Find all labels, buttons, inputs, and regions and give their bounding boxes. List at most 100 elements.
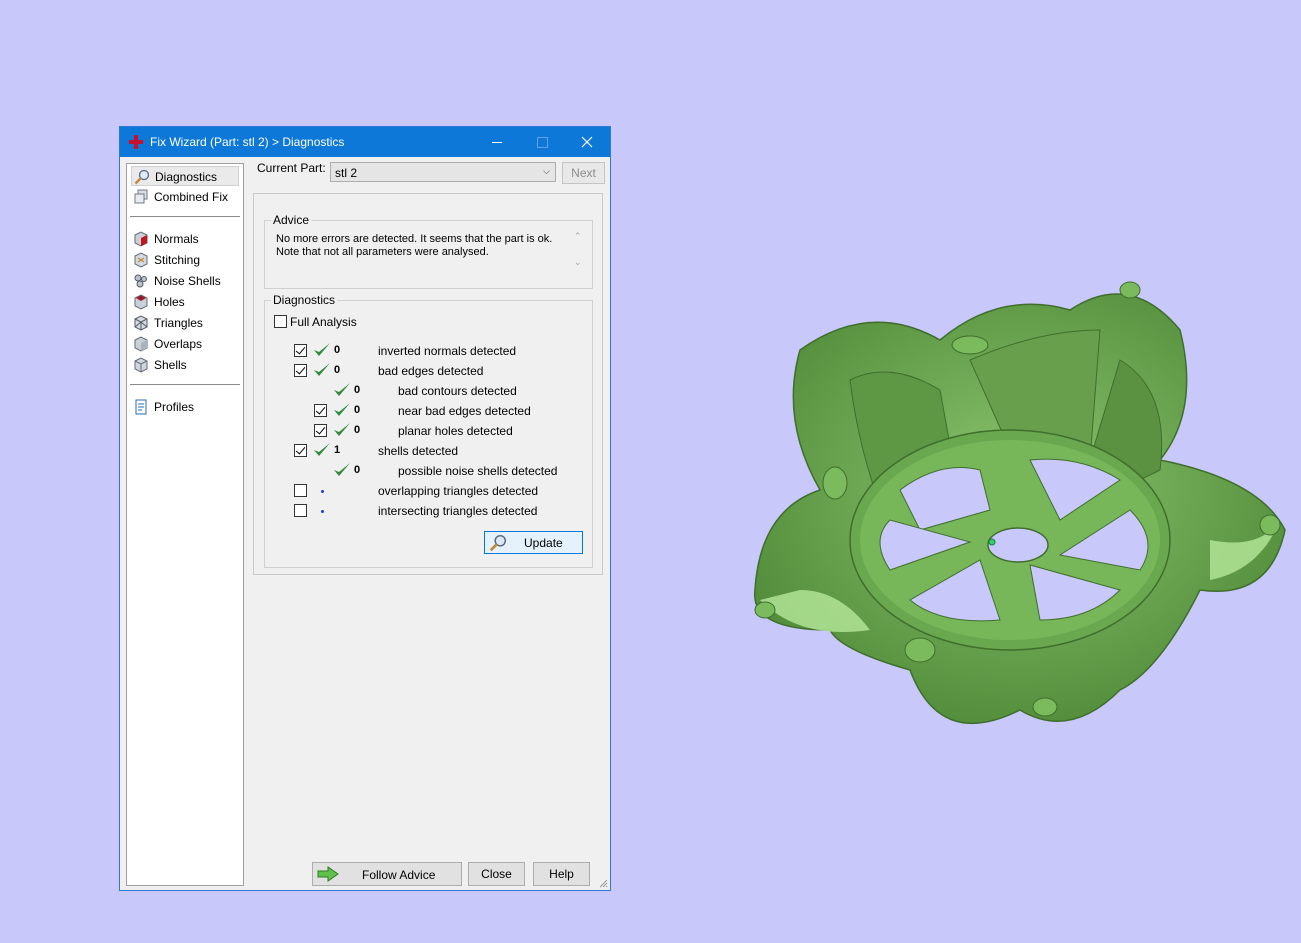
nav-item-noise-shells[interactable]: Noise Shells	[131, 271, 239, 291]
full-analysis-label: Full Analysis	[290, 315, 357, 329]
overlaps-icon	[134, 336, 148, 352]
diag-count: 0	[354, 384, 361, 396]
nav-item-label: Diagnostics	[155, 170, 218, 184]
advice-line-1: No more errors are detected. It seems th…	[276, 233, 553, 245]
app-logo-icon	[129, 135, 143, 149]
nav-item-combined-fix[interactable]: Combined Fix	[131, 187, 239, 207]
combined-fix-icon	[134, 189, 148, 204]
noise-shells-icon	[134, 274, 147, 288]
diag-count: 0	[354, 424, 361, 436]
title-bar[interactable]: Fix Wizard (Part: stl 2) > Diagnostics	[120, 127, 610, 157]
diag-label: intersecting triangles detected	[378, 504, 538, 518]
diag-checkbox-inverted-normals[interactable]	[294, 344, 307, 357]
diag-count: 1	[334, 444, 341, 456]
pending-dot-icon	[321, 490, 324, 493]
wizard-nav: Diagnostics Combined Fix Normals Stitchi…	[126, 163, 244, 886]
diag-label: shells detected	[378, 444, 459, 458]
stitching-icon	[134, 252, 148, 268]
arrow-right-icon	[317, 866, 339, 882]
check-mark-icon	[334, 383, 350, 396]
magnifier-icon	[489, 534, 507, 552]
diagnostics-group: Diagnostics Full Analysis 0 inverted nor…	[264, 293, 593, 568]
minimize-button[interactable]	[474, 127, 520, 157]
close-button[interactable]: Close	[468, 862, 525, 886]
advice-line-2: Note that not all parameters were analys…	[276, 246, 489, 258]
update-label: Update	[524, 536, 563, 550]
shells-icon	[134, 357, 148, 373]
diag-label: bad contours detected	[398, 384, 517, 398]
check-mark-icon	[334, 463, 350, 476]
close-window-button[interactable]	[564, 127, 610, 157]
nav-item-triangles[interactable]: Triangles	[131, 313, 239, 333]
normals-icon	[134, 231, 148, 247]
nav-item-label: Noise Shells	[154, 274, 221, 288]
nav-item-profiles[interactable]: Profiles	[131, 397, 239, 417]
nav-item-label: Stitching	[154, 253, 201, 267]
follow-advice-button[interactable]: Follow Advice	[312, 862, 462, 886]
diag-count: 0	[354, 404, 361, 416]
pending-dot-icon	[321, 510, 324, 513]
diag-checkbox-shells[interactable]	[294, 444, 307, 457]
diagnostics-panel: Advice No more errors are detected. It s…	[253, 193, 603, 575]
nav-item-holes[interactable]: Holes	[131, 292, 239, 312]
check-mark-icon	[314, 343, 330, 356]
advice-title: Advice	[271, 213, 312, 227]
diag-checkbox-bad-edges[interactable]	[294, 364, 307, 377]
diagnostics-title: Diagnostics	[271, 293, 338, 307]
diag-checkbox-near-bad-edges[interactable]	[314, 404, 327, 417]
full-analysis-checkbox[interactable]	[274, 315, 287, 328]
update-button[interactable]: Update	[484, 531, 583, 554]
window-title: Fix Wizard (Part: stl 2) > Diagnostics	[150, 135, 345, 149]
diag-checkbox-overlapping-triangles[interactable]	[294, 484, 307, 497]
diag-label: bad edges detected	[378, 364, 484, 378]
triangles-icon	[134, 315, 148, 331]
nav-separator	[130, 216, 240, 217]
check-mark-icon	[334, 403, 350, 416]
nav-item-label: Normals	[154, 232, 199, 246]
diag-count: 0	[334, 344, 341, 356]
diag-label: possible noise shells detected	[398, 464, 558, 478]
nav-item-overlaps[interactable]: Overlaps	[131, 334, 239, 354]
holes-icon	[134, 294, 148, 310]
nav-item-stitching[interactable]: Stitching	[131, 250, 239, 270]
diag-label: overlapping triangles detected	[378, 484, 539, 498]
nav-item-label: Overlaps	[154, 337, 203, 351]
nav-item-diagnostics[interactable]: Diagnostics	[131, 166, 239, 186]
nav-item-label: Holes	[154, 295, 185, 309]
follow-advice-label: Follow Advice	[362, 868, 436, 882]
close-icon	[581, 136, 593, 148]
current-part-label: Current Part:	[257, 161, 326, 175]
nav-item-label: Shells	[154, 358, 187, 372]
check-mark-icon	[314, 443, 330, 456]
nav-item-label: Profiles	[154, 400, 195, 414]
diag-label: inverted normals detected	[378, 344, 517, 358]
diag-checkbox-intersecting-triangles[interactable]	[294, 504, 307, 517]
diag-checkbox-planar-holes[interactable]	[314, 424, 327, 437]
nav-item-label: Triangles	[154, 316, 203, 330]
advice-group: Advice No more errors are detected. It s…	[264, 213, 593, 289]
diag-label: planar holes detected	[398, 424, 513, 438]
scroll-down-icon[interactable]: ⌄	[574, 257, 582, 268]
help-button[interactable]: Help	[533, 862, 590, 886]
advice-scrollbar[interactable]: ⌃ ⌄	[574, 231, 588, 281]
nav-item-label: Combined Fix	[154, 190, 229, 204]
nav-separator	[130, 384, 240, 385]
fix-wizard-window: Fix Wizard (Part: stl 2) > Diagnostics D…	[119, 126, 611, 891]
next-button[interactable]: Next	[562, 162, 605, 184]
diag-count: 0	[354, 464, 361, 476]
advice-text: No more errors are detected. It seems th…	[276, 233, 582, 281]
magnifier-icon	[134, 169, 150, 185]
current-part-select[interactable]: stl 2 ⌵	[330, 162, 556, 182]
nav-item-normals[interactable]: Normals	[131, 229, 239, 249]
current-part-value: stl 2	[335, 166, 358, 180]
diag-label: near bad edges detected	[398, 404, 531, 418]
maximize-button[interactable]	[519, 127, 565, 157]
chevron-down-icon: ⌵	[543, 166, 550, 176]
check-mark-icon	[314, 363, 330, 376]
model-3d-view[interactable]	[740, 270, 1290, 740]
profiles-icon	[135, 399, 147, 415]
nav-item-shells[interactable]: Shells	[131, 355, 239, 375]
resize-grip-icon[interactable]	[598, 878, 608, 888]
scroll-up-icon[interactable]: ⌃	[574, 231, 582, 242]
check-mark-icon	[334, 423, 350, 436]
